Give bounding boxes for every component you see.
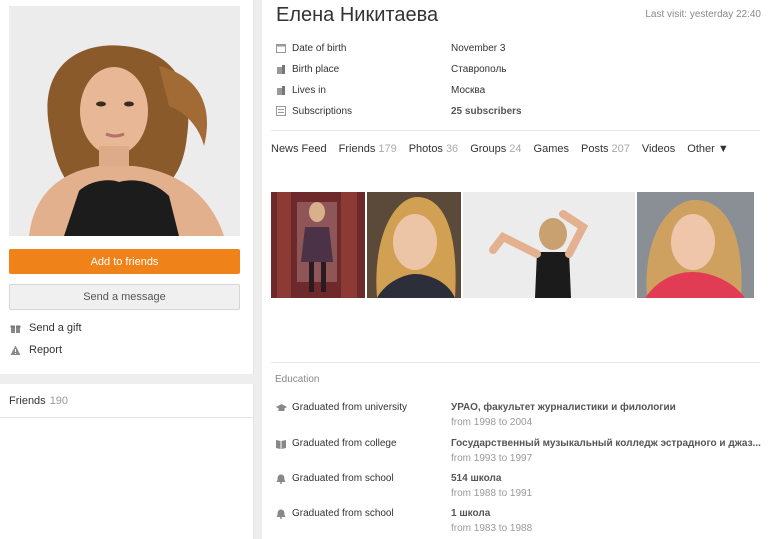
bell-icon [276,474,286,484]
tab-games[interactable]: Games [534,143,569,155]
building-icon [276,85,286,95]
education-item: Graduated from school 514 школа from 198… [276,473,766,503]
education-years: from 1998 to 2004 [451,417,533,428]
report-link[interactable]: Report [9,344,62,356]
info-row-birthdate: Date of birth November 3 [276,41,766,55]
education-type: Graduated from school [292,473,394,484]
friends-widget-label: Friends [9,394,46,407]
profile-name: Елена Никитаева [276,4,439,26]
tab-groups[interactable]: Groups 24 [470,143,521,155]
education-type: Graduated from school [292,508,394,519]
friends-widget-count: 190 [49,394,69,407]
warning-icon [9,344,21,356]
send-gift-link[interactable]: Send a gift [9,322,82,334]
education-years: from 1993 to 1997 [451,453,533,464]
tab-videos[interactable]: Videos [642,143,675,155]
last-visit: Last visit: yesterday 22:40 [645,9,761,20]
send-message-button[interactable]: Send a message [9,284,240,310]
add-to-friends-button[interactable]: Add to friends [9,249,240,274]
profile-tabs: News Feed Friends 179 Photos 36 Groups 24 G… [271,143,741,155]
info-row-lives-in: Lives in Москва [276,83,766,97]
education-institution[interactable]: 514 школа [451,473,761,484]
bell-icon [276,509,286,519]
education-institution[interactable]: Государственный музыкальный колледж эстр… [451,438,761,449]
graduation-cap-icon [276,403,287,413]
subscriptions-icon [276,106,286,116]
info-label: Date of birth [292,42,347,54]
info-value[interactable]: Ставрополь [451,64,507,75]
avatar-image [9,6,240,236]
info-value: November 3 [451,42,506,54]
education-item: Graduated from university УРАО, факульте… [276,402,766,432]
calendar-icon [276,43,286,53]
photo-thumbnail[interactable] [463,192,635,298]
info-row-subscriptions: Subscriptions 25 subscribers [276,104,766,118]
profile-sidebar: Add to friends Send a message Send a gif… [0,0,254,374]
tab-other[interactable]: Other ▼ [687,143,728,155]
report-label: Report [29,344,63,356]
info-label: Birth place [292,63,340,75]
profile-main: Елена Никитаева Last visit: yesterday 22… [262,0,769,539]
education-title: Education [275,374,320,385]
info-value[interactable]: Москва [451,85,485,96]
gift-icon [9,322,21,334]
building-icon [276,64,286,74]
info-row-birthplace: Birth place Ставрополь [276,62,766,76]
education-institution[interactable]: 1 школа [451,508,761,519]
education-years: from 1983 to 1988 [451,523,533,534]
photo-thumbnail[interactable] [637,192,754,298]
avatar[interactable] [9,6,240,236]
friends-widget: Friends 190 [0,384,254,539]
info-label: Lives in [292,84,326,96]
education-years: from 1988 to 1991 [451,488,533,499]
education-type: Graduated from university [292,402,408,413]
photo-thumbnail[interactable] [367,192,461,298]
education-institution[interactable]: УРАО, факультет журналистики и филологии [451,402,761,413]
photo-thumbnail[interactable] [271,192,365,298]
tab-posts[interactable]: Posts 207 [581,143,630,155]
info-value[interactable]: 25 subscribers [451,106,522,117]
education-item: Graduated from school 1 школа from 1983 … [276,508,766,538]
tab-friends[interactable]: Friends 179 [339,143,397,155]
education-type: Graduated from college [292,438,397,449]
tab-photos[interactable]: Photos 36 [409,143,459,155]
education-item: Graduated from college Государственный м… [276,438,766,468]
send-gift-label: Send a gift [29,322,82,334]
friends-widget-header[interactable]: Friends 190 [0,384,253,418]
divider [271,130,760,131]
book-icon [276,439,286,449]
divider [271,362,760,363]
info-label: Subscriptions [292,105,353,117]
tab-news-feed[interactable]: News Feed [271,143,327,155]
